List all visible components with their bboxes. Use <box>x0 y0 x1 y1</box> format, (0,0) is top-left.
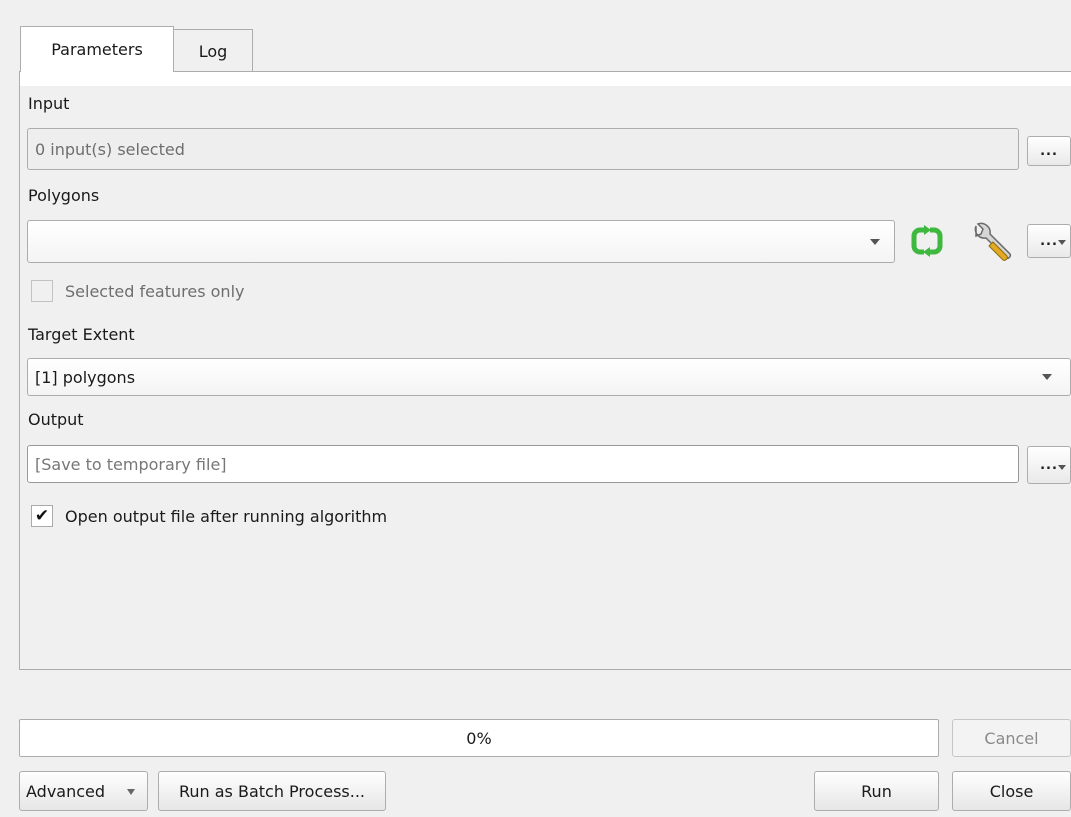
dropdown-arrow-icon <box>1058 465 1066 470</box>
open-output-label: Open output file after running algorithm <box>65 507 388 526</box>
polygons-combobox[interactable] <box>27 220 895 263</box>
selected-only-checkbox[interactable] <box>31 280 53 302</box>
tab-parameters[interactable]: Parameters <box>20 26 174 72</box>
chevron-down-icon <box>870 239 880 245</box>
tab-parameters-label: Parameters <box>51 40 143 59</box>
target-extent-value: [1] polygons <box>35 367 136 387</box>
run-as-batch-label: Run as Batch Process... <box>178 781 366 801</box>
progress-bar: 0% <box>19 719 939 757</box>
input-field[interactable]: 0 input(s) selected <box>27 128 1019 170</box>
input-label: Input <box>28 94 70 113</box>
polygons-label: Polygons <box>28 186 100 205</box>
output-more-button[interactable]: ... <box>1027 446 1071 484</box>
close-button[interactable]: Close <box>952 771 1071 811</box>
refresh-icon[interactable] <box>909 223 945 259</box>
input-field-value: 0 input(s) selected <box>35 139 185 159</box>
polygons-more-label: ... <box>1040 233 1058 249</box>
tab-log[interactable]: Log <box>173 29 253 72</box>
output-placeholder: [Save to temporary file] <box>35 454 227 474</box>
progress-text: 0% <box>466 728 492 748</box>
close-button-label: Close <box>989 781 1034 801</box>
chevron-down-icon <box>127 789 135 795</box>
wrench-icon[interactable] <box>968 220 1012 264</box>
dropdown-arrow-icon <box>1058 240 1066 245</box>
chevron-down-icon <box>1042 374 1052 380</box>
tab-log-label: Log <box>198 41 228 61</box>
output-field[interactable]: [Save to temporary file] <box>27 445 1019 483</box>
input-browse-button[interactable]: ... <box>1027 136 1071 166</box>
panel-top-band <box>20 72 1071 86</box>
cancel-button-label: Cancel <box>984 728 1039 748</box>
output-label: Output <box>28 410 84 429</box>
advanced-button-label: Advanced <box>26 781 106 801</box>
advanced-button[interactable]: Advanced <box>19 771 148 811</box>
checkmark-icon: ✔ <box>34 506 50 526</box>
target-extent-label: Target Extent <box>28 325 135 344</box>
open-output-checkbox[interactable]: ✔ <box>31 505 53 527</box>
selected-only-label: Selected features only <box>65 282 245 301</box>
run-button[interactable]: Run <box>814 771 939 811</box>
target-extent-combobox[interactable]: [1] polygons <box>27 358 1071 396</box>
run-button-label: Run <box>861 781 892 801</box>
output-more-label: ... <box>1040 457 1058 473</box>
cancel-button[interactable]: Cancel <box>952 719 1071 757</box>
input-browse-label: ... <box>1040 143 1058 159</box>
polygons-more-button[interactable]: ... <box>1027 224 1071 258</box>
run-as-batch-button[interactable]: Run as Batch Process... <box>158 771 386 811</box>
